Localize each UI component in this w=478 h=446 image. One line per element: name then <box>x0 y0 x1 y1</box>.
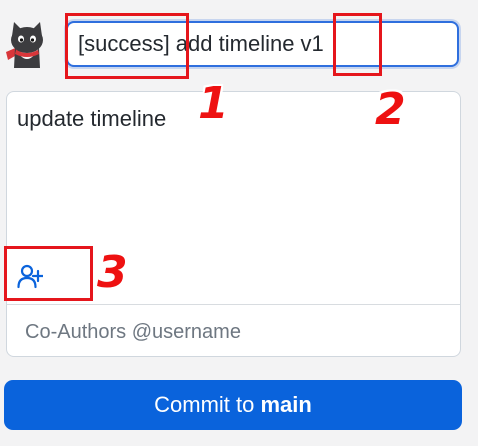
annotation-box-1 <box>65 13 189 79</box>
commit-button-prefix: Commit to <box>154 392 255 417</box>
commit-branch-name: main <box>260 392 312 417</box>
annotation-box-3 <box>4 246 93 301</box>
commit-description-value: update timeline <box>17 106 167 131</box>
coauthors-input-placeholder[interactable]: Co-Authors @username <box>25 320 241 344</box>
coauthor-divider <box>7 304 460 305</box>
annotation-box-2 <box>333 13 382 76</box>
user-avatar <box>2 18 52 70</box>
annotation-label-1: 1 <box>198 78 229 129</box>
commit-button[interactable]: Commit to main <box>4 380 462 430</box>
annotation-label-3: 3 <box>97 247 128 298</box>
cat-avatar-icon <box>6 22 43 68</box>
annotation-label-2: 2 <box>375 84 406 135</box>
